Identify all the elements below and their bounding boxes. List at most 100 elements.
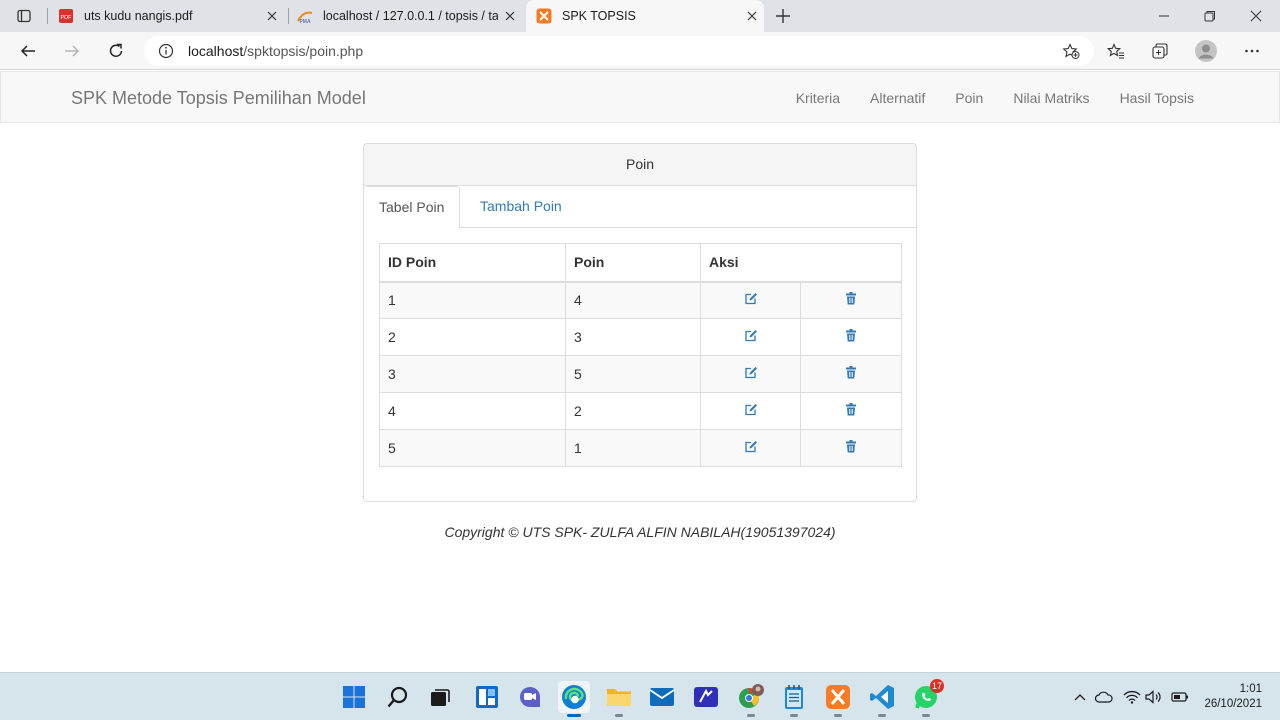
navbar-brand[interactable]: SPK Metode Topsis Pemilihan Model: [71, 88, 366, 109]
nav-link-poin[interactable]: Poin: [940, 72, 998, 124]
panel-heading: Poin: [364, 144, 916, 186]
tab-title: localhost / 127.0.0.1 / topsis / tal: [323, 9, 498, 23]
taskbar-search-button[interactable]: [382, 681, 414, 713]
navbar: SPK Metode Topsis Pemilihan Model Kriter…: [0, 71, 1280, 123]
running-indicator: [878, 714, 886, 717]
tab-pdf[interactable]: PDF uts kudu nangis.pdf: [58, 0, 284, 32]
add-favorite-icon[interactable]: [1062, 43, 1080, 62]
taskbar-vscode[interactable]: [866, 681, 898, 717]
battery-button[interactable]: [1170, 687, 1190, 707]
address-bar[interactable]: localhost/spktopsis/poin.php: [144, 36, 1094, 66]
onedrive-button[interactable]: [1094, 687, 1114, 707]
web-page: SPK Metode Topsis Pemilihan Model Kriter…: [0, 71, 1280, 672]
close-window-button[interactable]: [1233, 0, 1279, 32]
delete-button[interactable]: [800, 318, 902, 356]
cell-id: 2: [379, 318, 566, 356]
table-row: 5 1: [379, 429, 902, 467]
volume-icon: [1145, 690, 1161, 704]
browser-tab-strip: PDF uts kudu nangis.pdf PMA localhost / …: [0, 0, 1280, 32]
edit-button[interactable]: [700, 392, 801, 430]
start-button[interactable]: [338, 681, 370, 713]
taskbar-visual-studio[interactable]: [690, 681, 722, 713]
taskbar-xampp[interactable]: [822, 681, 854, 717]
cell-id: 5: [379, 429, 566, 467]
running-indicator: [790, 714, 798, 717]
tab-tambah-poin[interactable]: Tambah Poin: [465, 186, 577, 229]
system-clock[interactable]: 1:01 26/10/2021: [1204, 682, 1262, 712]
nav-link-hasil-topsis[interactable]: Hasil Topsis: [1105, 72, 1209, 124]
chrome-icon: [739, 684, 764, 708]
close-tab-button[interactable]: [260, 4, 284, 28]
back-button[interactable]: [12, 35, 44, 67]
tab-phpmyadmin[interactable]: PMA localhost / 127.0.0.1 / topsis / tal: [297, 0, 522, 32]
refresh-button[interactable]: [100, 35, 132, 67]
edit-button[interactable]: [700, 281, 801, 319]
tab-actions-button[interactable]: [4, 4, 44, 28]
nav-link-kriteria[interactable]: Kriteria: [781, 72, 855, 124]
minimize-icon: [1159, 15, 1169, 17]
cloud-icon: [1095, 691, 1113, 703]
collections-button[interactable]: [1144, 35, 1176, 67]
restore-button[interactable]: [1187, 0, 1233, 32]
notepad-icon: [785, 685, 803, 709]
taskbar-notepad[interactable]: [778, 681, 810, 717]
forward-button[interactable]: [56, 35, 88, 67]
close-tab-button[interactable]: [498, 4, 522, 28]
task-view-icon: [431, 689, 450, 706]
volume-button[interactable]: [1144, 687, 1164, 707]
visual-studio-icon: [694, 687, 718, 707]
edit-button[interactable]: [700, 429, 801, 467]
table-row: 2 3: [379, 318, 902, 356]
minimize-button[interactable]: [1141, 0, 1187, 32]
cell-poin: 1: [565, 429, 701, 467]
close-tab-button[interactable]: [740, 4, 764, 28]
tab-spk-topsis[interactable]: SPK TOPSIS: [526, 0, 764, 32]
delete-button[interactable]: [800, 355, 902, 393]
taskbar-file-explorer[interactable]: [603, 681, 635, 717]
favorites-button[interactable]: [1100, 35, 1132, 67]
edit-button[interactable]: [700, 318, 801, 356]
cell-poin: 3: [565, 318, 701, 356]
widgets-button[interactable]: [471, 681, 503, 713]
edit-icon: [744, 404, 757, 416]
panel-tabs: Tabel Poin Tambah Poin: [364, 186, 916, 229]
nav-link-alternatif[interactable]: Alternatif: [855, 72, 940, 124]
search-icon: [387, 686, 408, 708]
edit-button[interactable]: [700, 355, 801, 393]
delete-button[interactable]: [800, 429, 902, 467]
poin-table: ID Poin Poin Aksi 1 4 2 3 3 5 4 2 5 1: [379, 243, 902, 467]
taskbar-chrome[interactable]: [735, 681, 767, 717]
delete-button[interactable]: [800, 281, 902, 319]
wifi-button[interactable]: [1122, 687, 1142, 707]
running-indicator: [834, 714, 842, 717]
arrow-right-icon: [65, 45, 80, 57]
running-indicator: [747, 714, 755, 717]
close-icon: [267, 11, 277, 21]
show-hidden-icons-button[interactable]: [1070, 687, 1090, 707]
edit-icon: [744, 293, 757, 305]
new-tab-button[interactable]: [763, 4, 803, 28]
tab-separator: [288, 8, 289, 24]
nav-link-nilai-matriks[interactable]: Nilai Matriks: [998, 72, 1104, 124]
task-view-button[interactable]: [424, 681, 456, 713]
vscode-icon: [870, 685, 894, 709]
trash-icon: [846, 366, 856, 379]
running-indicator: [922, 714, 930, 717]
cell-id: 3: [379, 355, 566, 393]
taskbar-edge[interactable]: [558, 681, 590, 717]
site-info-icon[interactable]: [156, 43, 176, 59]
chat-button[interactable]: [514, 681, 546, 713]
taskbar-whatsapp[interactable]: 17: [910, 679, 944, 717]
tab-tabel-poin[interactable]: Tabel Poin: [364, 186, 461, 229]
profile-button[interactable]: [1190, 35, 1222, 67]
taskbar-mail[interactable]: [646, 681, 678, 713]
tab-title: uts kudu nangis.pdf: [84, 9, 193, 23]
restore-icon: [1204, 11, 1215, 22]
browser-toolbar: localhost/spktopsis/poin.php: [0, 32, 1280, 70]
delete-button[interactable]: [800, 392, 902, 430]
cell-id: 1: [379, 281, 566, 319]
wifi-icon: [1123, 690, 1141, 704]
settings-menu-button[interactable]: [1236, 35, 1268, 67]
trash-icon: [846, 403, 856, 416]
avatar: [1195, 40, 1217, 62]
